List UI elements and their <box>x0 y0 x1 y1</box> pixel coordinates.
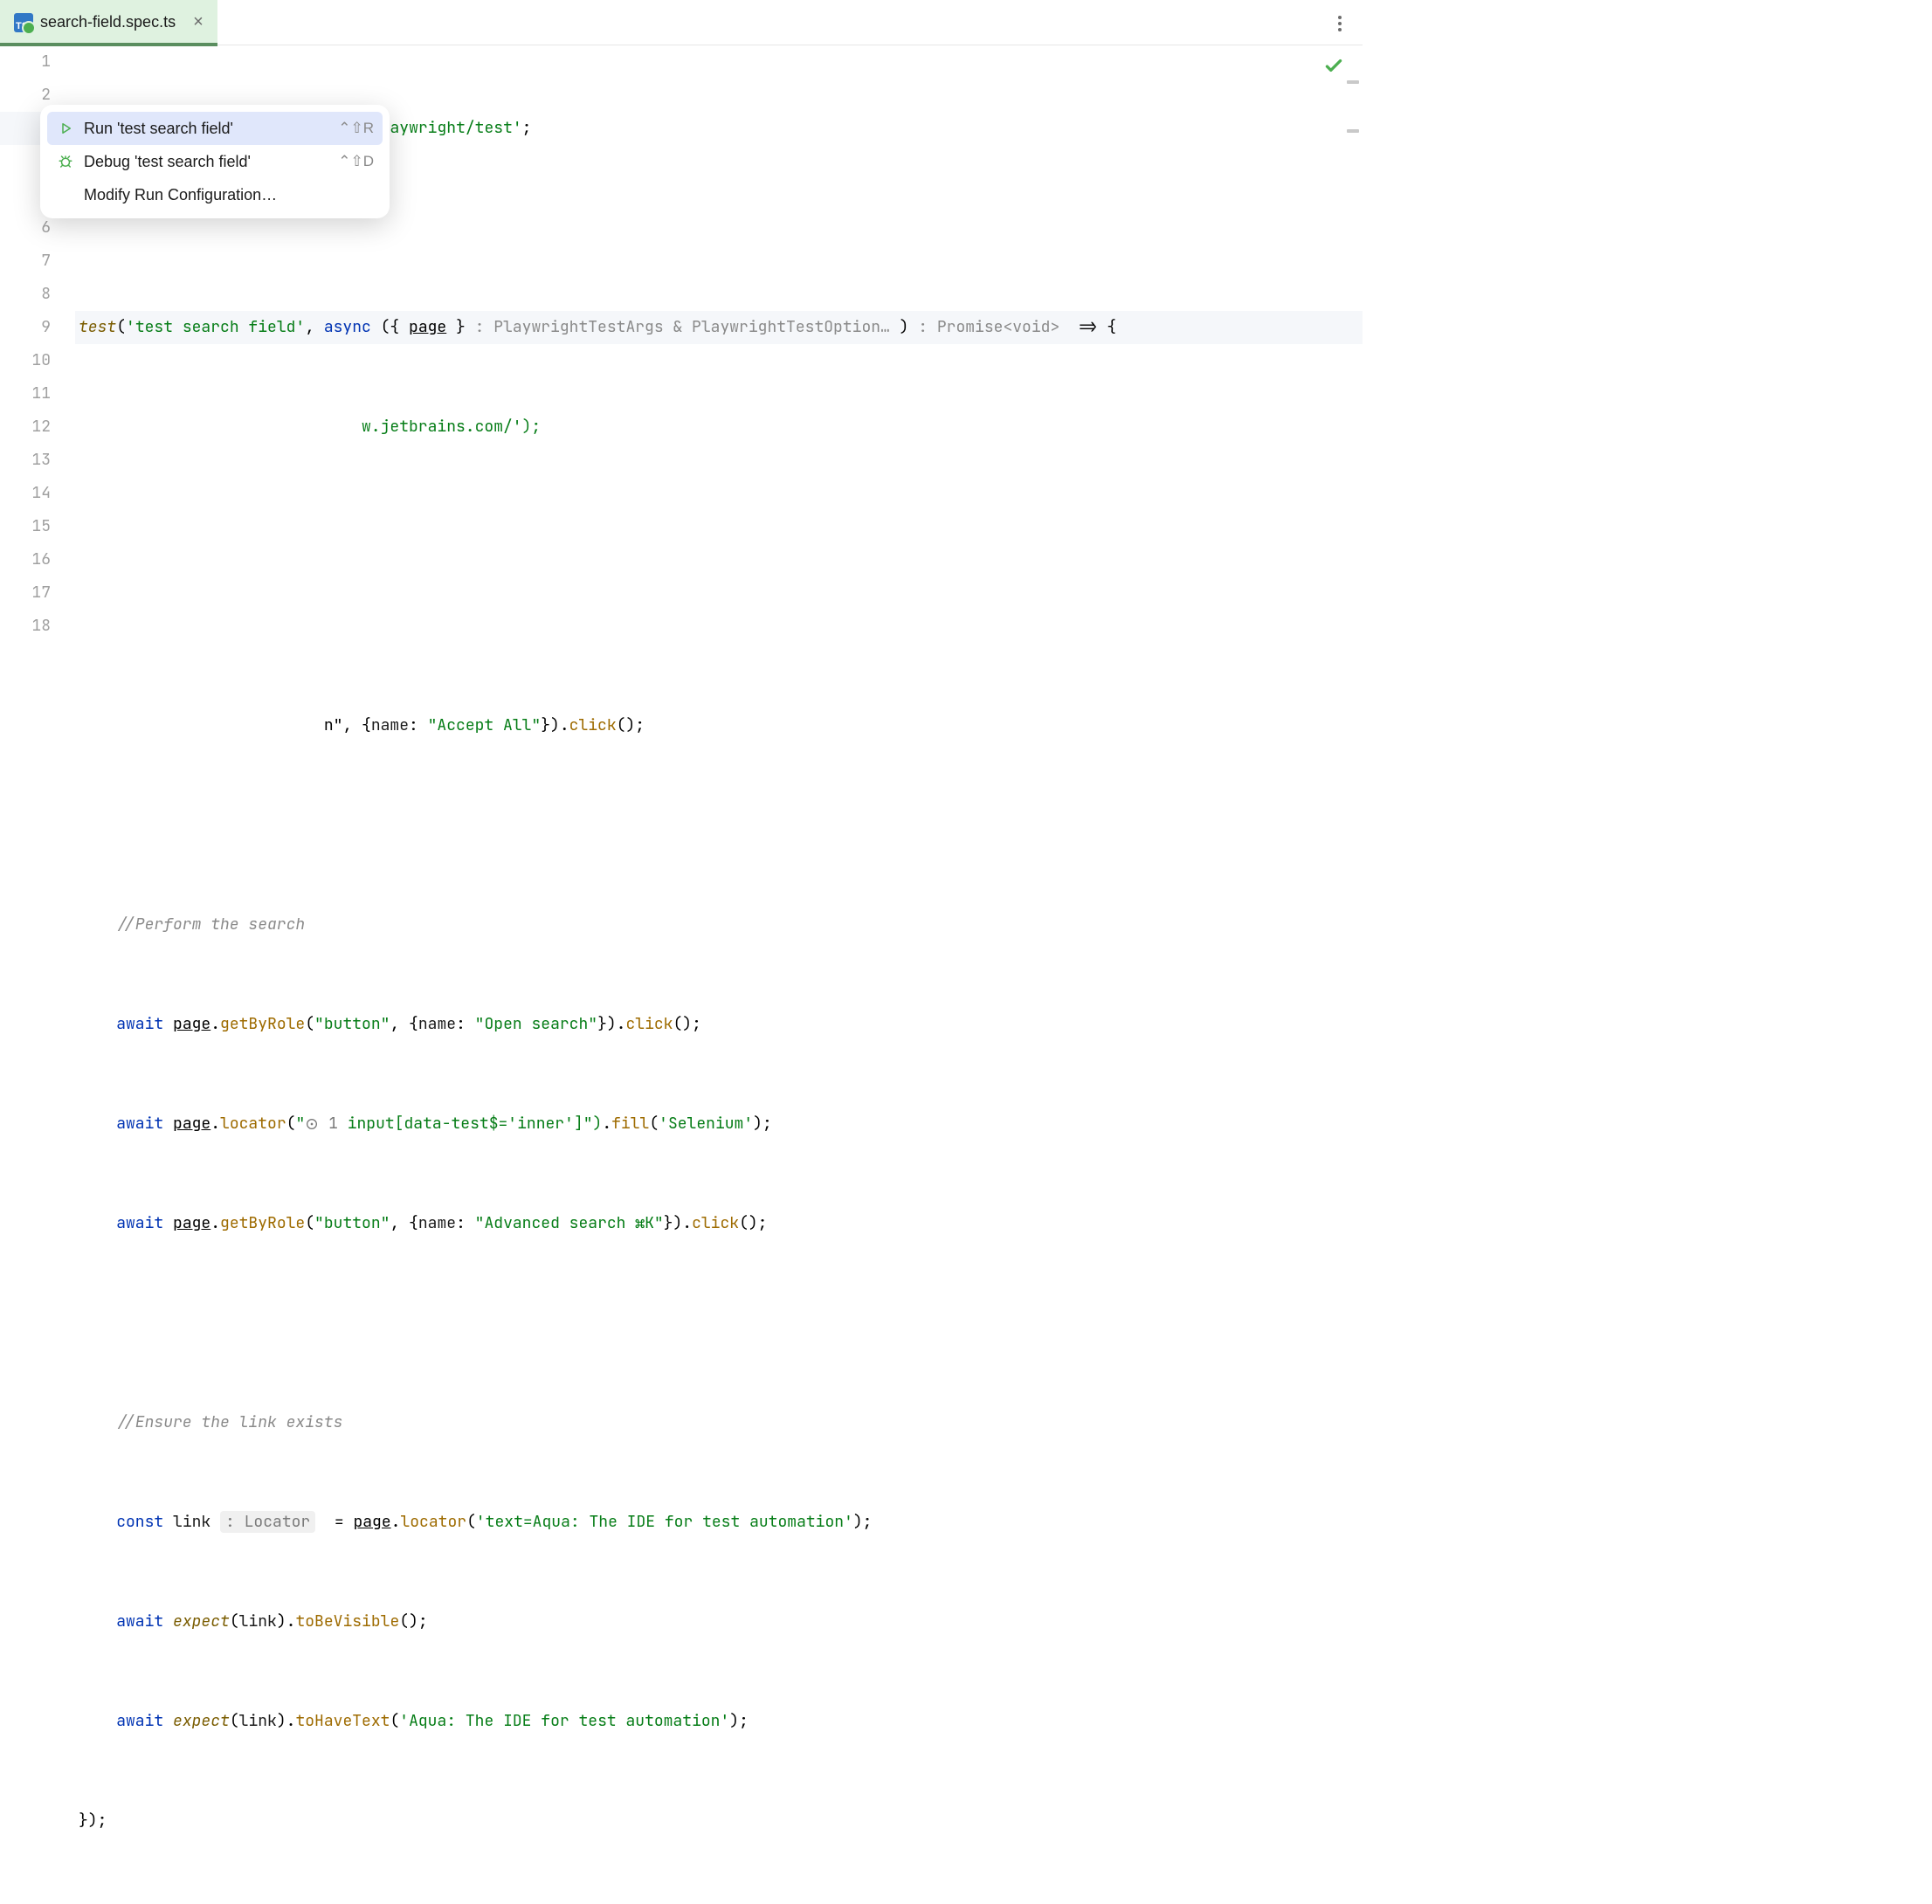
line-number: 9 <box>0 311 51 344</box>
run-test-menu-item[interactable]: Run 'test search field' ⌃⇧R <box>47 112 383 145</box>
keyboard-shortcut: ⌃⇧R <box>338 120 374 137</box>
close-tab-icon[interactable]: × <box>193 12 204 32</box>
inspection-ok-icon[interactable] <box>1322 54 1345 81</box>
line-number: 16 <box>0 543 51 576</box>
line-number: 18 <box>0 610 51 643</box>
code-line <box>75 610 1363 643</box>
tab-label: search-field.spec.ts <box>40 13 176 31</box>
code-line: w.jetbrains.com/'); <box>75 410 1363 444</box>
line-number: 8 <box>0 278 51 311</box>
code-editor[interactable]: 1 2 3 4 5 6 7 8 9 10 11 12 13 14 15 16 1… <box>0 45 1363 1904</box>
keyboard-shortcut: ⌃⇧D <box>338 153 374 170</box>
bug-icon <box>56 154 75 169</box>
line-number: 13 <box>0 444 51 477</box>
code-line: await page.locator(" 1 input[data-test$=… <box>75 1107 1363 1141</box>
code-line: await page.getByRole("button", {name: "A… <box>75 1207 1363 1240</box>
gutter: 1 2 3 4 5 6 7 8 9 10 11 12 13 14 15 16 1… <box>0 45 75 1904</box>
line-number: 14 <box>0 477 51 510</box>
code-line: test('test search field', async ({ page … <box>75 311 1363 344</box>
code-line: //Perform the search <box>75 908 1363 942</box>
tab-bar: TS search-field.spec.ts × <box>0 0 1363 45</box>
code-line: await expect(link).toHaveText('Aqua: The… <box>75 1705 1363 1738</box>
code-area[interactable]: import { test, expect } from '@playwrigh… <box>75 45 1363 1904</box>
menu-item-label: Debug 'test search field' <box>84 153 251 171</box>
code-line <box>75 809 1363 842</box>
line-number: 10 <box>0 344 51 377</box>
code-line <box>75 510 1363 543</box>
code-line: const link : Locator = page.locator('tex… <box>75 1506 1363 1539</box>
locator-hint-icon: 1 <box>305 1107 338 1141</box>
line-number: 2 <box>0 79 51 112</box>
line-number: 1 <box>0 45 51 79</box>
code-line <box>75 1307 1363 1340</box>
scrollbar-marker[interactable] <box>1347 80 1359 84</box>
play-icon <box>56 121 75 136</box>
line-number: 11 <box>0 377 51 410</box>
line-number: 7 <box>0 245 51 278</box>
tab-search-field[interactable]: TS search-field.spec.ts × <box>0 0 217 45</box>
line-number: 6 <box>0 211 51 245</box>
typescript-test-file-icon: TS <box>14 13 33 32</box>
tab-options-icon[interactable] <box>1338 16 1342 31</box>
scrollbar-marker[interactable] <box>1347 129 1359 133</box>
code-line: //Ensure the link exists <box>75 1406 1363 1439</box>
line-number: 12 <box>0 410 51 444</box>
menu-item-label: Modify Run Configuration… <box>84 186 277 204</box>
code-line: await page.getByRole("button", {name: "O… <box>75 1008 1363 1041</box>
modify-run-config-menu-item[interactable]: Modify Run Configuration… <box>47 178 383 211</box>
menu-item-label: Run 'test search field' <box>84 120 233 138</box>
code-line: n", {name: "Accept All"}).click(); <box>75 709 1363 742</box>
code-line: await expect(link).toBeVisible(); <box>75 1605 1363 1638</box>
code-line: }); <box>75 1804 1363 1838</box>
test-context-menu: Run 'test search field' ⌃⇧R Debug 'test … <box>40 105 390 218</box>
line-number: 15 <box>0 510 51 543</box>
debug-test-menu-item[interactable]: Debug 'test search field' ⌃⇧D <box>47 145 383 178</box>
line-number: 17 <box>0 576 51 610</box>
type-hint: : Locator <box>220 1511 315 1533</box>
